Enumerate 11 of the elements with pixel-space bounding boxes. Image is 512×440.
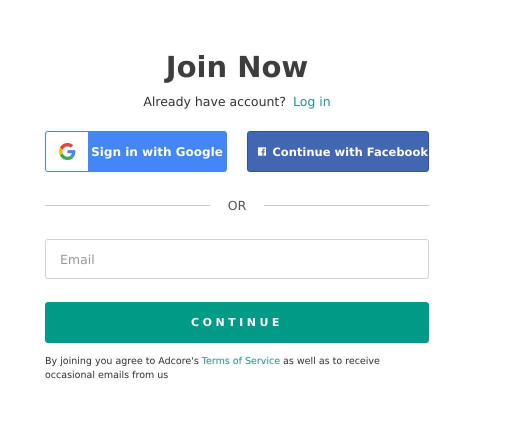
continue-button[interactable]: CONTINUE: [45, 302, 429, 343]
google-sign-in-button[interactable]: Sign in with Google: [45, 131, 227, 172]
login-link[interactable]: Log in: [292, 94, 331, 109]
terms-link[interactable]: Terms of Service: [202, 356, 280, 367]
facebook-button[interactable]: Continue with Facebook: [247, 131, 429, 172]
login-prompt: Already have account?: [143, 94, 286, 109]
page-title: Join Now: [163, 49, 310, 86]
divider-label: OR: [228, 198, 246, 213]
terms-text: By joining you agree to Adcore's Terms of Service as well as to receive occasional emails from us: [45, 355, 381, 383]
email-field[interactable]: Email: [45, 239, 429, 279]
google-icon: [58, 143, 76, 160]
